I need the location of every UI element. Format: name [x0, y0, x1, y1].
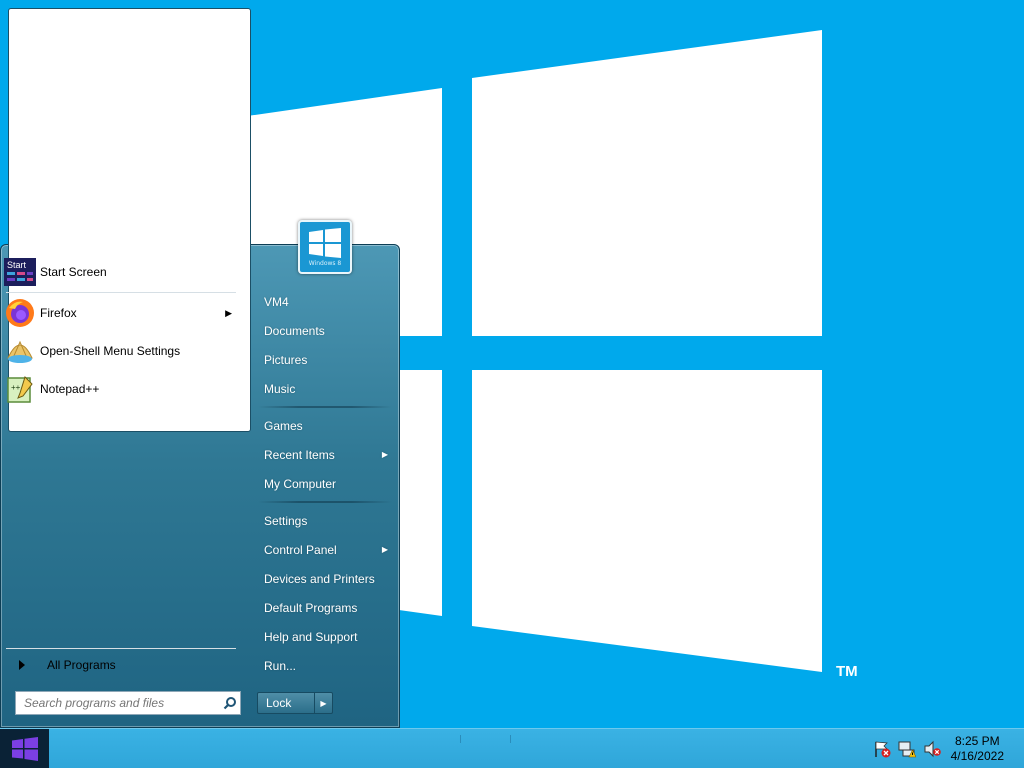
menu-item-label: Default Programs: [264, 600, 358, 615]
menu-item-label: Run...: [264, 658, 297, 673]
power-options-arrow-icon[interactable]: ▶: [315, 699, 332, 708]
menu-item-label: Games: [264, 418, 303, 433]
divider: [6, 648, 236, 649]
menu-item-documents[interactable]: Documents: [258, 317, 392, 344]
start-screen-icon: Start: [4, 256, 36, 288]
menu-item-default-programs[interactable]: Default Programs: [258, 594, 392, 621]
trademark-label: TM: [836, 663, 858, 680]
taskbar-divider: [460, 735, 461, 743]
program-notepad-plus-plus[interactable]: ++ Notepad++: [4, 372, 238, 406]
search-icon[interactable]: [220, 693, 240, 713]
all-programs-label: All Programs: [47, 658, 116, 672]
menu-item-label: Devices and Printers: [264, 571, 375, 586]
lock-button[interactable]: Lock: [258, 696, 314, 710]
program-label: Open-Shell Menu Settings: [40, 344, 181, 358]
firefox-icon: [4, 297, 36, 329]
start-button[interactable]: [0, 729, 49, 768]
menu-item-label: Documents: [264, 323, 325, 338]
search-input[interactable]: [22, 695, 221, 711]
search-box[interactable]: [15, 691, 241, 715]
program-start-screen[interactable]: Start Start Screen: [4, 255, 238, 289]
program-label: Start Screen: [40, 265, 107, 279]
menu-item-games[interactable]: Games: [258, 412, 392, 439]
volume-muted-icon[interactable]: [923, 740, 941, 758]
program-label: Firefox: [40, 306, 77, 320]
open-shell-icon: [4, 335, 36, 367]
menu-item-label: Settings: [264, 513, 308, 528]
menu-item-control-panel[interactable]: Control Panel ▶: [258, 536, 392, 563]
svg-text:++: ++: [11, 383, 21, 392]
notepad-plus-plus-icon: ++: [4, 373, 36, 405]
clock-time: 8:25 PM: [954, 734, 1000, 748]
submenu-arrow-icon: ▶: [381, 545, 388, 554]
menu-item-devices-and-printers[interactable]: Devices and Printers: [258, 565, 392, 592]
start-menu-programs-pane: [8, 8, 251, 432]
divider: [258, 406, 392, 408]
divider: [258, 501, 392, 503]
menu-item-label: Recent Items: [264, 447, 335, 462]
lock-button-group: Lock ▶: [257, 692, 333, 714]
submenu-arrow-icon: ▶: [225, 307, 232, 318]
menu-item-label: Control Panel: [264, 542, 337, 557]
program-open-shell-settings[interactable]: Open-Shell Menu Settings: [4, 334, 238, 368]
windows-start-icon: [11, 736, 38, 761]
submenu-arrow-icon: ▶: [381, 450, 388, 459]
menu-item-pictures[interactable]: Pictures: [258, 346, 392, 373]
menu-item-label: VM4: [264, 294, 289, 309]
program-label: Notepad++: [40, 382, 100, 396]
taskbar-divider: [510, 735, 511, 743]
menu-item-label: Help and Support: [264, 629, 358, 644]
taskbar: 8:25 PM 4/16/2022: [0, 728, 1024, 768]
program-firefox[interactable]: Firefox ▶: [4, 296, 238, 330]
menu-item-settings[interactable]: Settings: [258, 507, 392, 534]
action-center-flag-icon[interactable]: [873, 740, 891, 758]
divider: [6, 292, 236, 293]
expand-arrow-icon: [19, 660, 25, 670]
all-programs-button[interactable]: All Programs: [10, 655, 246, 675]
menu-item-music[interactable]: Music: [258, 375, 392, 402]
menu-item-help-and-support[interactable]: Help and Support: [258, 623, 392, 650]
svg-text:Start: Start: [7, 260, 27, 270]
menu-item-label: Music: [264, 381, 296, 396]
menu-item-label: My Computer: [264, 476, 337, 491]
user-picture[interactable]: Windows 8: [298, 220, 352, 274]
menu-item-recent-items[interactable]: Recent Items ▶: [258, 441, 392, 468]
windows-logo-icon: [309, 227, 341, 258]
menu-item-my-computer[interactable]: My Computer: [258, 470, 392, 497]
menu-item-run[interactable]: Run...: [258, 652, 392, 679]
menu-item-vm4[interactable]: VM4: [258, 288, 392, 315]
menu-item-label: Pictures: [264, 352, 308, 367]
network-warning-icon[interactable]: [898, 740, 916, 758]
clock-date: 4/16/2022: [950, 749, 1004, 763]
system-clock[interactable]: 8:25 PM 4/16/2022: [951, 734, 1004, 764]
user-picture-caption: Windows 8: [308, 259, 342, 267]
